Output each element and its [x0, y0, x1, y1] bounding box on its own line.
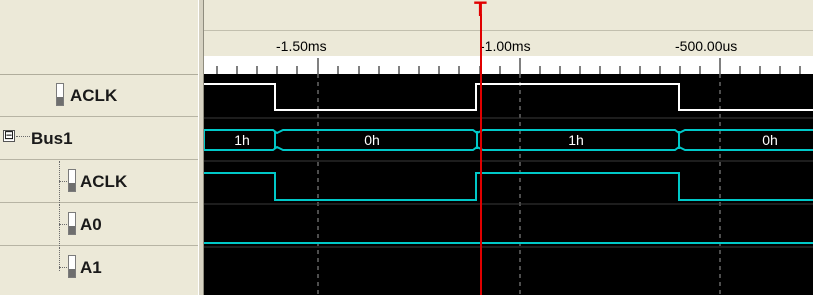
signal-label: A0	[80, 215, 102, 234]
signal-name-panel: ACLK ⊟ Bus1 ACLK A0 A1	[0, 0, 198, 295]
tree-line-icon	[59, 204, 60, 246]
waveform-background	[204, 74, 813, 295]
bus-value-label: 1h	[568, 132, 584, 148]
collapse-icon[interactable]: ⊟	[3, 129, 15, 142]
waveform-viewer: ACLK ⊟ Bus1 ACLK A0 A1 -1.50ms -1.00ms -…	[0, 0, 813, 295]
signal-row-a1[interactable]: A1	[0, 247, 198, 289]
signal-row-bus1-aclk[interactable]: ACLK	[0, 161, 198, 203]
signal-icon	[68, 255, 76, 278]
bus-value-label: 1h	[234, 132, 250, 148]
tree-line-icon	[59, 161, 60, 203]
name-panel-header	[0, 0, 198, 75]
waveform-panel[interactable]: -1.50ms -1.00ms -500.00us T 1h 0h 1h 0h	[204, 0, 813, 295]
signal-label: Bus1	[31, 129, 73, 148]
signal-row-a0[interactable]: A0	[0, 204, 198, 246]
signal-row-bus1[interactable]: ⊟ Bus1	[0, 118, 198, 160]
signal-icon	[68, 212, 76, 235]
signal-row-aclk[interactable]: ACLK	[0, 75, 198, 117]
signal-icon	[68, 169, 76, 192]
signal-label: A1	[80, 258, 102, 277]
bus-value-label: 0h	[364, 132, 380, 148]
bus-value-label: 0h	[762, 132, 778, 148]
signal-label: ACLK	[80, 172, 128, 191]
waveform-canvas: 1h 0h 1h 0h	[204, 14, 813, 295]
signal-icon	[56, 83, 64, 106]
ruler-ticks	[216, 58, 801, 74]
tree-connector	[16, 136, 30, 137]
signal-label: ACLK	[70, 86, 118, 105]
